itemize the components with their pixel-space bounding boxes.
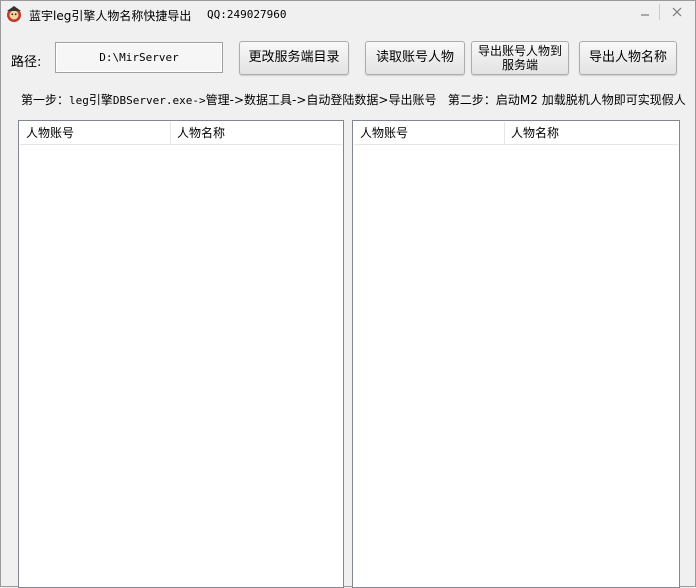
export-to-server-button[interactable]: 导出账号人物到 服务端 xyxy=(471,41,569,75)
step1-engine: leg xyxy=(69,94,89,107)
column-header-name[interactable]: 人物名称 xyxy=(170,122,345,144)
main-window: 蓝宇leg引擎人物名称快捷导出 QQ:249027960 路径: D:\MirS… xyxy=(0,0,696,588)
column-header-account[interactable]: 人物账号 xyxy=(354,122,504,144)
column-header-account[interactable]: 人物账号 xyxy=(20,122,170,144)
step2-text: 第二步：启动M2 加载脱机人物即可实现假人 xyxy=(447,93,686,107)
change-server-dir-button[interactable]: 更改服务端目录 xyxy=(239,41,349,75)
window-title: 蓝宇leg引擎人物名称快捷导出 xyxy=(29,9,192,23)
step1-exe: DBServer.exe-> xyxy=(112,94,206,107)
title-divider xyxy=(659,4,660,20)
step1-prefix: 第一步： xyxy=(21,93,70,107)
app-icon xyxy=(5,5,23,23)
qq-number: QQ:249027960 xyxy=(207,8,287,21)
right-list-header: 人物账号 人物名称 xyxy=(354,122,678,145)
instructions: 第一步：leg引擎DBServer.exe->管理->数据工具->自动登陆数据>… xyxy=(21,91,686,108)
step1-path: 管理->数据工具->自动登陆数据>导出账号 xyxy=(205,93,437,107)
step1-engine-word: 引擎 xyxy=(88,93,113,107)
left-list-header: 人物账号 人物名称 xyxy=(20,122,342,145)
column-header-name[interactable]: 人物名称 xyxy=(504,122,679,144)
title-bar: 蓝宇leg引擎人物名称快捷导出 QQ:249027960 xyxy=(1,1,695,28)
left-list-view[interactable]: 人物账号 人物名称 xyxy=(18,120,344,588)
right-list-view[interactable]: 人物账号 人物名称 xyxy=(352,120,680,588)
export-names-button[interactable]: 导出人物名称 xyxy=(579,41,677,75)
read-accounts-button[interactable]: 读取账号人物 xyxy=(365,41,465,75)
minimize-icon[interactable] xyxy=(633,3,657,21)
path-input[interactable]: D:\MirServer xyxy=(55,42,223,73)
close-icon[interactable] xyxy=(665,3,689,21)
path-label: 路径: xyxy=(11,55,42,70)
